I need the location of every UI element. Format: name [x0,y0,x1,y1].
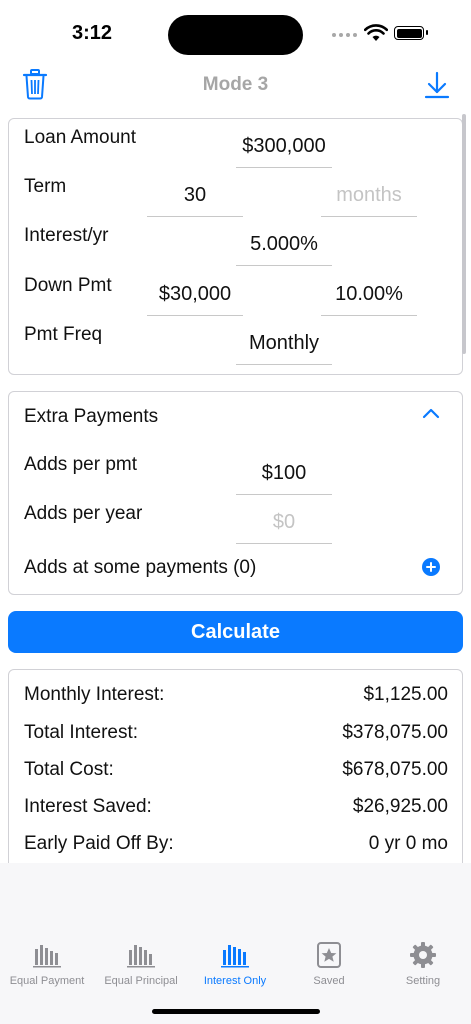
result-value: $378,075.00 [342,722,448,743]
result-row: Total Cost: $678,075.00 [24,757,448,783]
bar-chart-icon [221,945,249,968]
adds-per-year-label: Adds per year [24,503,143,524]
calculate-button[interactable]: Calculate [8,611,463,653]
adds-per-payment-field[interactable]: $100 [236,453,332,495]
interest-rate-field[interactable]: 5.000% [236,224,332,266]
payment-frequency-label: Pmt Freq [24,324,103,345]
result-value: $26,925.00 [352,796,448,817]
loan-amount-label: Loan Amount [24,127,136,148]
result-label: Interest Saved: [24,796,152,817]
bar-chart-icon [127,945,155,968]
home-indicator [152,1009,320,1014]
chevron-up-icon[interactable] [422,406,440,420]
tab-equal-payment[interactable]: Equal Payment [0,941,94,987]
result-label: Total Cost: [24,759,114,780]
interest-label: Interest/yr [24,225,109,246]
extra-payments-title: Extra Payments [24,406,159,427]
result-row: Early Paid Off By: 0 yr 0 mo [24,831,448,857]
result-label: Monthly Interest: [24,684,165,705]
tab-bar: Equal Payment Equal Principal Interest O… [0,863,471,1024]
adds-per-payment-label: Adds per pmt [24,454,137,475]
payment-frequency-field[interactable]: Monthly [236,323,332,365]
download-icon[interactable] [424,70,450,100]
down-payment-amount-field[interactable]: $30,000 [147,274,243,316]
add-payment-plus-icon[interactable] [422,558,440,576]
tab-label: Interest Only [203,975,267,987]
status-time: 3:12 [72,22,113,44]
status-bar: 3:12 [0,0,471,64]
adds-at-some-payments-label: Adds at some payments (0) [24,557,257,578]
down-payment-label: Down Pmt [24,275,112,296]
cellular-signal-icon [332,33,357,37]
tab-label: Setting [405,975,441,987]
extra-payments-card: Extra Payments Adds per pmt $100 Adds pe… [8,391,463,595]
tab-saved[interactable]: Saved [282,941,376,987]
star-square-icon [317,942,341,968]
page-title: Mode 3 [202,74,269,95]
result-value: $678,075.00 [342,759,448,780]
adds-per-year-field[interactable]: $0 [236,502,332,544]
main-scroll-view[interactable]: Loan Amount $300,000 Term 30 months Inte… [0,108,471,863]
result-row: Total Interest: $378,075.00 [24,720,448,746]
dynamic-island [168,15,303,55]
scroll-indicator[interactable] [462,114,466,354]
tab-label: Equal Principal [104,975,178,987]
result-row: Interest Saved: $26,925.00 [24,794,448,820]
result-label: Total Interest: [24,722,139,743]
tab-setting[interactable]: Setting [376,941,470,987]
result-label: Early Paid Off By: [24,833,174,854]
results-card: Monthly Interest: $1,125.00 Total Intere… [8,669,463,863]
bar-chart-icon [33,945,61,968]
gear-icon [410,942,436,968]
term-months-field[interactable]: months [321,175,417,217]
result-row: Monthly Interest: $1,125.00 [24,682,448,708]
tab-label: Saved [313,975,345,987]
wifi-icon [364,24,388,41]
result-value: $1,125.00 [363,684,448,705]
battery-icon [394,26,428,40]
navigation-bar: Mode 3 [0,64,471,108]
term-years-field[interactable]: 30 [147,175,243,217]
tab-label: Equal Payment [9,975,85,987]
tab-equal-principal[interactable]: Equal Principal [94,941,188,987]
loan-amount-field[interactable]: $300,000 [236,126,332,168]
result-value: 0 yr 0 mo [368,833,448,854]
term-label: Term [24,176,67,197]
down-payment-percent-field[interactable]: 10.00% [321,274,417,316]
tab-interest-only[interactable]: Interest Only [188,941,282,987]
loan-details-card: Loan Amount $300,000 Term 30 months Inte… [8,118,463,375]
